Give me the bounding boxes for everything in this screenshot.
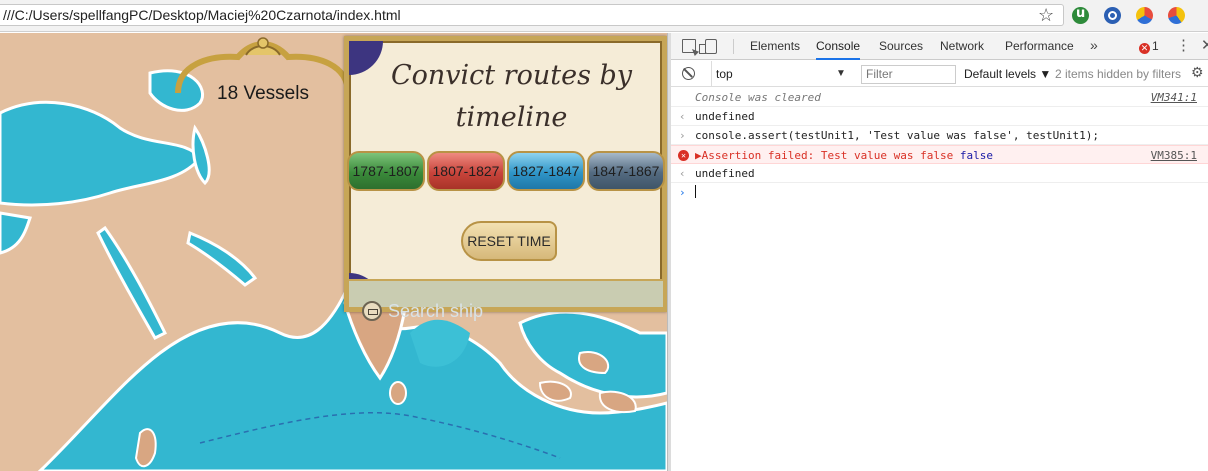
timeline-panel: Convict routes by timeline 1787-1807 180… [344,36,667,312]
tab-performance[interactable]: Performance [1005,33,1074,60]
toolbar-separator [733,39,734,54]
console-row: ‹ undefined [671,107,1208,126]
console-error-row[interactable]: ✕ ▶Assertion failed: Test value was fals… [671,145,1208,164]
console-row: Console was cleared VM341:1 [671,88,1208,107]
source-link[interactable]: VM385:1 [1151,146,1197,165]
error-value: false [959,149,994,162]
error-count: 1 [1152,39,1159,53]
webpage-viewport: 18 Vessels Convict routes by timeline 17… [0,33,667,471]
error-icon: ✕ [1139,43,1150,54]
bookmark-star-icon[interactable]: ☆ [1038,5,1054,25]
extension-blue-icon[interactable] [1104,7,1121,24]
device-toolbar-icon[interactable] [699,39,717,54]
tab-sources[interactable]: Sources [879,33,923,60]
extension-pie-icon[interactable] [1136,7,1153,24]
tab-elements[interactable]: Elements [750,33,800,60]
reset-time-button[interactable]: RESET TIME [461,221,557,261]
hidden-items-count: 2 items hidden by filters [1055,67,1182,81]
result-value: undefined [695,110,755,123]
filter-input[interactable]: Filter [861,65,956,84]
vessel-count-badge: 18 Vessels [168,35,358,121]
console-prompt[interactable]: › [671,183,1208,202]
tab-console[interactable]: Console [816,33,861,60]
period-button-1827[interactable]: 1827-1847 [507,151,585,191]
tab-network[interactable]: Network [940,33,984,60]
console-row: › console.assert(testUnit1, 'Test value … [671,126,1208,145]
search-ship-placeholder: Search ship [388,301,484,321]
clear-console-icon[interactable] [682,67,695,80]
text-cursor [695,185,696,198]
console-row: ‹ undefined [671,164,1208,183]
utorrent-icon[interactable] [1072,6,1089,24]
context-value: top [716,67,733,81]
result-arrow-icon: ‹ [679,167,686,180]
log-levels-dropdown[interactable]: Default levels ▼ [964,61,1051,87]
command-text: console.assert(testUnit1, 'Test value wa… [695,129,1099,142]
console-output: Console was cleared VM341:1 ‹ undefined … [671,88,1208,202]
devtools-menu-icon[interactable]: ⋮ [1176,36,1191,54]
devtools-tabbar: Elements Console Sources Network Perform… [671,33,1208,60]
result-arrow-icon: ‹ [679,110,686,123]
panel-title: Convict routes by timeline [390,60,633,133]
context-selector[interactable]: top [711,61,851,87]
period-button-1847[interactable]: 1847-1867 [587,151,665,191]
browser-toolbar: ///C:/Users/spellfangPC/Desktop/Maciej%2… [0,0,1208,32]
period-button-1807[interactable]: 1807-1827 [427,151,505,191]
console-toolbar: top ▼ Filter Default levels ▼ 2 items hi… [671,61,1208,87]
more-tabs-chevron-icon[interactable]: » [1090,33,1098,58]
error-counter[interactable]: ✕ 1 [1139,40,1159,54]
inspect-element-icon[interactable] [682,39,696,53]
console-settings-gear-icon[interactable]: ⚙ [1191,64,1204,81]
close-devtools-icon[interactable]: ✕ [1201,36,1208,54]
input-arrow-icon: › [679,129,686,142]
prompt-chevron-icon: › [679,186,686,199]
context-dropdown-icon[interactable]: ▼ [836,61,846,87]
log-levels-label: Default levels [964,67,1037,81]
period-button-1787[interactable]: 1787-1807 [347,151,425,191]
devtools-panel: Elements Console Sources Network Perform… [671,33,1208,471]
source-link[interactable]: VM341:1 [1151,88,1197,107]
vessel-count-label: 18 Vessels [217,83,309,104]
extension-chart-icon[interactable] [1168,7,1185,24]
error-message: ▶Assertion failed: Test value was false [695,149,954,162]
result-value: undefined [695,167,755,180]
log-message: Console was cleared [695,91,821,104]
search-ship-field[interactable]: Search ship [362,299,483,323]
address-bar[interactable]: ///C:/Users/spellfangPC/Desktop/Maciej%2… [0,4,1064,26]
ship-search-icon [362,301,382,321]
error-icon: ✕ [678,150,689,161]
